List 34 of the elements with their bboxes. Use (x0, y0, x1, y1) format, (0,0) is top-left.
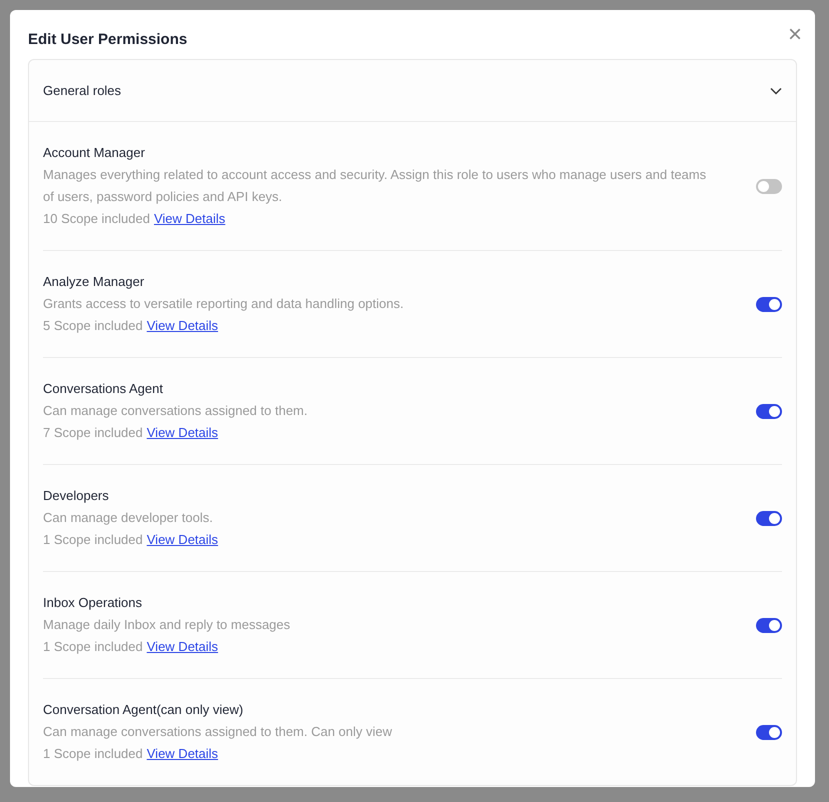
role-toggle[interactable] (756, 178, 782, 194)
view-details-link[interactable]: View Details (146, 315, 218, 337)
close-button[interactable]: × (788, 23, 802, 47)
role-description: Can manage developer tools. (43, 509, 214, 527)
scope-count: 1 Scope included (43, 745, 143, 763)
role-name: Conversation Agent(can only view) (43, 701, 244, 719)
view-details-link[interactable]: View Details (146, 422, 218, 444)
view-details-link[interactable]: View Details (146, 529, 218, 551)
scope-count: 10 Scope included (43, 210, 150, 228)
role-name: Analyze Manager (43, 273, 146, 291)
scope-count: 5 Scope included (43, 317, 143, 335)
role-toggle[interactable] (756, 724, 782, 740)
role-toggle[interactable] (756, 618, 782, 632)
role-description: Can manage conversations assigned to them. (43, 402, 308, 420)
role-name: Developers (43, 487, 110, 505)
role-description: Manage daily Inbox and reply to messages (43, 616, 292, 634)
section-header[interactable]: General roles (29, 60, 796, 122)
role-description: Can manage conversations assigned to them. Can only view (43, 723, 394, 741)
scope-count: 1 Scope included (43, 638, 143, 656)
role-name: Conversations Agent (43, 380, 164, 398)
scope-count: 7 Scope included (43, 424, 143, 442)
role-toggle[interactable] (756, 296, 782, 312)
view-details-link[interactable]: View Details (154, 208, 226, 230)
view-details-link[interactable]: View Details (146, 636, 218, 658)
chevron-icon (770, 86, 782, 94)
dialog-title: Edit User Permissions (28, 30, 188, 50)
role-name: Account Manager (43, 144, 146, 162)
role-toggle[interactable] (756, 404, 782, 418)
scope-count: 1 Scope included (43, 531, 143, 549)
role-description: Grants access to versatile reporting and data handling options. (43, 295, 405, 313)
role-toggle[interactable] (756, 510, 782, 526)
role-description: Manages everything related to account access and security. Assign this role to users who manage users and teams of users, password policies and API keys. (43, 166, 708, 206)
view-details-link[interactable]: View Details (146, 743, 218, 765)
role-name: Inbox Operations (43, 594, 144, 612)
